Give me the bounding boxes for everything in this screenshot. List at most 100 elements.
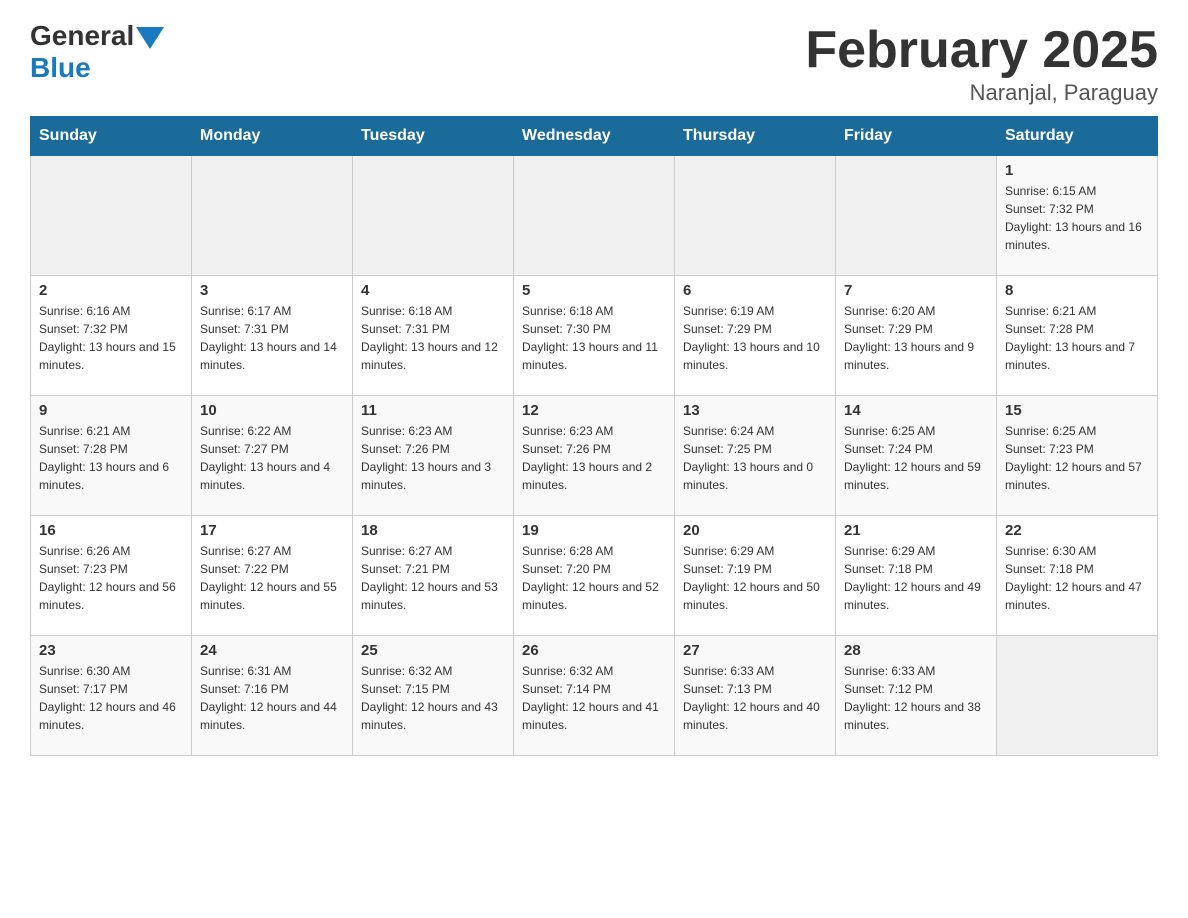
- day-info: Sunrise: 6:18 AMSunset: 7:30 PMDaylight:…: [522, 302, 666, 374]
- calendar-cell: 14Sunrise: 6:25 AMSunset: 7:24 PMDayligh…: [836, 396, 997, 516]
- day-number: 7: [844, 282, 988, 299]
- day-info: Sunrise: 6:21 AMSunset: 7:28 PMDaylight:…: [39, 422, 183, 494]
- calendar-cell: 17 Sunrise: 6:27 AMSunset: 7:22 PMDayligh…: [192, 516, 353, 636]
- day-info: Sunrise: 6:23 AMSunset: 7:26 PMDaylight:…: [522, 422, 666, 494]
- day-number: 11: [361, 402, 505, 419]
- day-number: 8: [1005, 282, 1149, 299]
- day-number: 10: [200, 402, 344, 419]
- day-number: 13: [683, 402, 827, 419]
- calendar-cell: 25 Sunrise: 6:32 AMSunset: 7:15 PMDayligh…: [353, 636, 514, 756]
- logo-blue-text: Blue: [30, 52, 91, 84]
- header-day-friday: Friday: [836, 117, 997, 156]
- calendar-cell: 7 Sunrise: 6:20 AMSunset: 7:29 PMDaylight…: [836, 276, 997, 396]
- day-info: Sunrise: 6:28 AMSunset: 7:20 PMDaylight:…: [522, 542, 666, 614]
- calendar-cell: 13 Sunrise: 6:24 AMSunset: 7:25 PMDayligh…: [675, 396, 836, 516]
- calendar-cell: 16Sunrise: 6:26 AMSunset: 7:23 PMDayligh…: [31, 516, 192, 636]
- calendar-cell: 3Sunrise: 6:17 AMSunset: 7:31 PMDaylight…: [192, 276, 353, 396]
- day-number: 5: [522, 282, 666, 299]
- header-day-saturday: Saturday: [997, 117, 1158, 156]
- calendar-cell: 2Sunrise: 6:16 AMSunset: 7:32 PMDaylight…: [31, 276, 192, 396]
- week-row: 16Sunrise: 6:26 AMSunset: 7:23 PMDayligh…: [31, 516, 1158, 636]
- day-info: Sunrise: 6:27 AMSunset: 7:21 PMDaylight:…: [361, 542, 505, 614]
- calendar-cell: 12 Sunrise: 6:23 AMSunset: 7:26 PMDayligh…: [514, 396, 675, 516]
- day-number: 21: [844, 522, 988, 539]
- header-row: SundayMondayTuesdayWednesdayThursdayFrid…: [31, 117, 1158, 156]
- calendar-cell: [514, 156, 675, 276]
- calendar-cell: 24 Sunrise: 6:31 AMSunset: 7:16 PMDayligh…: [192, 636, 353, 756]
- calendar-cell: 11Sunrise: 6:23 AMSunset: 7:26 PMDayligh…: [353, 396, 514, 516]
- day-number: 28: [844, 642, 988, 659]
- day-number: 9: [39, 402, 183, 419]
- logo: General Blue: [30, 20, 164, 84]
- day-number: 16: [39, 522, 183, 539]
- day-number: 17: [200, 522, 344, 539]
- day-info: Sunrise: 6:19 AMSunset: 7:29 PMDaylight:…: [683, 302, 827, 374]
- calendar-cell: 20Sunrise: 6:29 AMSunset: 7:19 PMDayligh…: [675, 516, 836, 636]
- calendar-header: SundayMondayTuesdayWednesdayThursdayFrid…: [31, 117, 1158, 156]
- calendar-cell: 4 Sunrise: 6:18 AMSunset: 7:31 PMDaylight…: [353, 276, 514, 396]
- header-day-wednesday: Wednesday: [514, 117, 675, 156]
- calendar-cell: [675, 156, 836, 276]
- day-number: 22: [1005, 522, 1149, 539]
- week-row: 2Sunrise: 6:16 AMSunset: 7:32 PMDaylight…: [31, 276, 1158, 396]
- day-number: 6: [683, 282, 827, 299]
- calendar-cell: 15 Sunrise: 6:25 AMSunset: 7:23 PMDayligh…: [997, 396, 1158, 516]
- day-info: Sunrise: 6:20 AMSunset: 7:29 PMDaylight:…: [844, 302, 988, 374]
- calendar-cell: 22 Sunrise: 6:30 AMSunset: 7:18 PMDayligh…: [997, 516, 1158, 636]
- calendar-cell: 19 Sunrise: 6:28 AMSunset: 7:20 PMDayligh…: [514, 516, 675, 636]
- calendar-cell: 21 Sunrise: 6:29 AMSunset: 7:18 PMDayligh…: [836, 516, 997, 636]
- calendar-title: February 2025: [805, 20, 1158, 80]
- week-row: 1 Sunrise: 6:15 AMSunset: 7:32 PMDaylight…: [31, 156, 1158, 276]
- day-info: Sunrise: 6:31 AMSunset: 7:16 PMDaylight:…: [200, 662, 344, 734]
- calendar-cell: 9 Sunrise: 6:21 AMSunset: 7:28 PMDaylight…: [31, 396, 192, 516]
- day-info: Sunrise: 6:15 AMSunset: 7:32 PMDaylight:…: [1005, 182, 1149, 254]
- calendar-cell: [353, 156, 514, 276]
- day-info: Sunrise: 6:25 AMSunset: 7:23 PMDaylight:…: [1005, 422, 1149, 494]
- header-day-thursday: Thursday: [675, 117, 836, 156]
- day-number: 4: [361, 282, 505, 299]
- day-number: 18: [361, 522, 505, 539]
- day-info: Sunrise: 6:29 AMSunset: 7:19 PMDaylight:…: [683, 542, 827, 614]
- day-info: Sunrise: 6:24 AMSunset: 7:25 PMDaylight:…: [683, 422, 827, 494]
- calendar-cell: 6 Sunrise: 6:19 AMSunset: 7:29 PMDaylight…: [675, 276, 836, 396]
- day-number: 23: [39, 642, 183, 659]
- day-number: 14: [844, 402, 988, 419]
- day-number: 24: [200, 642, 344, 659]
- title-area: February 2025 Naranjal, Paraguay: [805, 20, 1158, 106]
- day-number: 12: [522, 402, 666, 419]
- calendar-table: SundayMondayTuesdayWednesdayThursdayFrid…: [30, 116, 1158, 756]
- calendar-cell: 26 Sunrise: 6:32 AMSunset: 7:14 PMDayligh…: [514, 636, 675, 756]
- calendar-cell: 28 Sunrise: 6:33 AMSunset: 7:12 PMDayligh…: [836, 636, 997, 756]
- day-number: 25: [361, 642, 505, 659]
- day-number: 15: [1005, 402, 1149, 419]
- calendar-cell: [836, 156, 997, 276]
- day-info: Sunrise: 6:30 AMSunset: 7:18 PMDaylight:…: [1005, 542, 1149, 614]
- calendar-cell: 27 Sunrise: 6:33 AMSunset: 7:13 PMDayligh…: [675, 636, 836, 756]
- day-info: Sunrise: 6:27 AMSunset: 7:22 PMDaylight:…: [200, 542, 344, 614]
- day-info: Sunrise: 6:21 AMSunset: 7:28 PMDaylight:…: [1005, 302, 1149, 374]
- day-info: Sunrise: 6:29 AMSunset: 7:18 PMDaylight:…: [844, 542, 988, 614]
- day-info: Sunrise: 6:32 AMSunset: 7:15 PMDaylight:…: [361, 662, 505, 734]
- day-info: Sunrise: 6:18 AMSunset: 7:31 PMDaylight:…: [361, 302, 505, 374]
- calendar-cell: 1 Sunrise: 6:15 AMSunset: 7:32 PMDaylight…: [997, 156, 1158, 276]
- header: General Blue February 2025 Naranjal, Par…: [30, 20, 1158, 106]
- logo-general-text: General: [30, 20, 134, 52]
- calendar-cell: 5 Sunrise: 6:18 AMSunset: 7:30 PMDaylight…: [514, 276, 675, 396]
- week-row: 9 Sunrise: 6:21 AMSunset: 7:28 PMDaylight…: [31, 396, 1158, 516]
- header-day-monday: Monday: [192, 117, 353, 156]
- day-number: 3: [200, 282, 344, 299]
- day-info: Sunrise: 6:33 AMSunset: 7:13 PMDaylight:…: [683, 662, 827, 734]
- header-day-tuesday: Tuesday: [353, 117, 514, 156]
- day-number: 19: [522, 522, 666, 539]
- logo-triangle-icon: [136, 27, 164, 49]
- day-number: 1: [1005, 162, 1149, 179]
- day-info: Sunrise: 6:33 AMSunset: 7:12 PMDaylight:…: [844, 662, 988, 734]
- week-row: 23Sunrise: 6:30 AMSunset: 7:17 PMDayligh…: [31, 636, 1158, 756]
- day-number: 2: [39, 282, 183, 299]
- calendar-cell: 18 Sunrise: 6:27 AMSunset: 7:21 PMDayligh…: [353, 516, 514, 636]
- day-number: 27: [683, 642, 827, 659]
- day-info: Sunrise: 6:32 AMSunset: 7:14 PMDaylight:…: [522, 662, 666, 734]
- calendar-cell: 10Sunrise: 6:22 AMSunset: 7:27 PMDayligh…: [192, 396, 353, 516]
- day-number: 26: [522, 642, 666, 659]
- calendar-cell: 23Sunrise: 6:30 AMSunset: 7:17 PMDayligh…: [31, 636, 192, 756]
